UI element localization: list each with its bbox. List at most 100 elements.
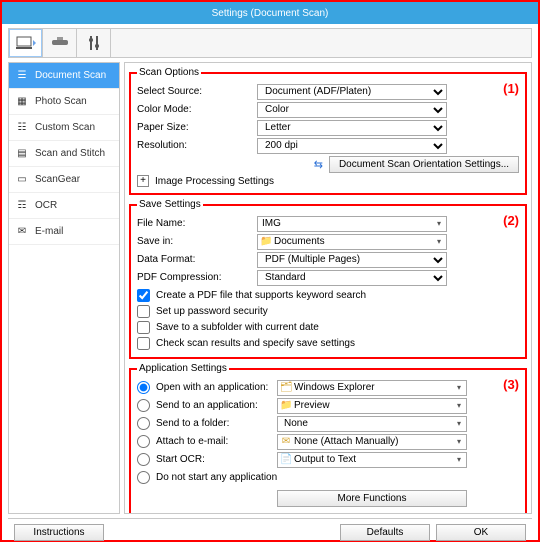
swap-arrows-icon[interactable]: ⇆: [314, 158, 323, 171]
no-app-radio[interactable]: [137, 471, 150, 484]
select-source-dropdown[interactable]: Document (ADF/Platen): [257, 84, 447, 100]
color-mode-dropdown[interactable]: Color: [257, 102, 447, 118]
select-source-label: Select Source:: [137, 86, 257, 97]
start-ocr-radio[interactable]: [137, 453, 150, 466]
scan-options-group: Scan Options (1) Select Source: Document…: [129, 67, 527, 195]
paper-size-label: Paper Size:: [137, 122, 257, 133]
chevron-down-icon: ▾: [452, 455, 466, 464]
send-app-label: Send to an application:: [156, 400, 258, 411]
sidebar-item-custom-scan[interactable]: ☷ Custom Scan: [9, 115, 119, 141]
scan-options-legend: Scan Options: [137, 67, 201, 78]
more-functions-button[interactable]: More Functions: [277, 490, 467, 507]
paper-size-dropdown[interactable]: Letter: [257, 120, 447, 136]
send-folder-radio[interactable]: [137, 417, 150, 430]
document-icon: ☰: [15, 70, 29, 81]
keyword-search-label: Create a PDF file that supports keyword …: [156, 290, 366, 301]
chevron-down-icon: ▾: [452, 401, 466, 410]
chevron-down-icon: ▾: [452, 437, 466, 446]
check-results-label: Check scan results and specify save sett…: [156, 338, 355, 349]
stitch-icon: ▤: [15, 148, 29, 159]
send-folder-label: Send to a folder:: [156, 418, 229, 429]
resolution-dropdown[interactable]: 200 dpi: [257, 138, 447, 154]
sidebar-item-label: E-mail: [35, 226, 63, 237]
scanner-icon: ▭: [15, 174, 29, 185]
top-toolbar: [8, 28, 532, 58]
color-mode-label: Color Mode:: [137, 104, 257, 115]
pdf-compression-label: PDF Compression:: [137, 272, 257, 283]
chevron-down-icon: ▾: [432, 219, 446, 228]
mail-icon: ✉: [280, 436, 292, 447]
sidebar-item-document-scan[interactable]: ☰ Document Scan: [9, 63, 119, 89]
text-icon: 📄: [280, 454, 292, 465]
attach-email-radio[interactable]: [137, 435, 150, 448]
defaults-button[interactable]: Defaults: [340, 524, 430, 541]
expand-image-processing[interactable]: +: [137, 175, 149, 187]
sidebar-item-photo-scan[interactable]: ▦ Photo Scan: [9, 89, 119, 115]
resolution-label: Resolution:: [137, 140, 257, 151]
toolbar-scan-from-computer-icon[interactable]: [9, 29, 43, 57]
keyword-search-checkbox[interactable]: [137, 289, 150, 302]
sidebar-item-label: Custom Scan: [35, 122, 95, 133]
application-settings-group: Application Settings (3) Open with an ap…: [129, 363, 527, 514]
folder-icon: 📁: [260, 236, 272, 247]
email-icon: ✉: [15, 226, 29, 237]
toolbar-preferences-icon[interactable]: [77, 29, 111, 57]
sidebar-item-label: Document Scan: [35, 70, 106, 81]
no-app-label: Do not start any application: [156, 472, 277, 483]
save-settings-group: Save Settings (2) File Name: IMG ▾ Save …: [129, 199, 527, 359]
attach-email-combo[interactable]: ✉ None (Attach Manually) ▾: [277, 434, 467, 450]
photo-icon: ▦: [15, 96, 29, 107]
open-app-combo[interactable]: 🗂 Windows Explorer ▾: [277, 380, 467, 396]
annotation-1: (1): [503, 81, 519, 96]
subfolder-date-label: Save to a subfolder with current date: [156, 322, 319, 333]
sidebar-item-ocr[interactable]: ☶ OCR: [9, 193, 119, 219]
toolbar-scanner-icon[interactable]: [43, 29, 77, 57]
password-security-label: Set up password security: [156, 306, 268, 317]
sidebar-item-label: Photo Scan: [35, 96, 87, 107]
main-panel: Scan Options (1) Select Source: Document…: [124, 62, 532, 514]
save-in-label: Save in:: [137, 236, 257, 247]
start-ocr-label: Start OCR:: [156, 454, 205, 465]
instructions-button[interactable]: Instructions: [14, 524, 104, 541]
sidebar-item-scangear[interactable]: ▭ ScanGear: [9, 167, 119, 193]
settings-window: Settings (Document Scan) ☰ Document Scan…: [0, 0, 540, 542]
image-processing-label: Image Processing Settings: [155, 176, 274, 187]
sidebar-item-email[interactable]: ✉ E-mail: [9, 219, 119, 245]
attach-email-label: Attach to e-mail:: [156, 436, 228, 447]
sidebar: ☰ Document Scan ▦ Photo Scan ☷ Custom Sc…: [8, 62, 120, 514]
check-results-checkbox[interactable]: [137, 337, 150, 350]
open-app-radio[interactable]: [137, 381, 150, 394]
window-title: Settings (Document Scan): [212, 8, 329, 19]
sidebar-item-scan-stitch[interactable]: ▤ Scan and Stitch: [9, 141, 119, 167]
file-name-label: File Name:: [137, 218, 257, 229]
sidebar-item-label: Scan and Stitch: [35, 148, 105, 159]
application-settings-legend: Application Settings: [137, 363, 229, 374]
send-app-radio[interactable]: [137, 399, 150, 412]
orientation-settings-button[interactable]: Document Scan Orientation Settings...: [329, 156, 519, 173]
save-settings-legend: Save Settings: [137, 199, 203, 210]
open-app-label: Open with an application:: [156, 382, 268, 393]
send-app-combo[interactable]: 📁 Preview ▾: [277, 398, 467, 414]
preview-icon: 📁: [280, 400, 292, 411]
titlebar: Settings (Document Scan): [2, 2, 538, 24]
annotation-2: (2): [503, 213, 519, 228]
sidebar-item-label: ScanGear: [35, 174, 80, 185]
pdf-compression-dropdown[interactable]: Standard: [257, 270, 447, 286]
file-name-combo[interactable]: IMG ▾: [257, 216, 447, 232]
chevron-down-icon: ▾: [452, 419, 466, 428]
send-folder-combo[interactable]: None ▾: [277, 416, 467, 432]
custom-icon: ☷: [15, 122, 29, 133]
explorer-icon: 🗂: [280, 382, 292, 393]
subfolder-date-checkbox[interactable]: [137, 321, 150, 334]
password-security-checkbox[interactable]: [137, 305, 150, 318]
sidebar-item-label: OCR: [35, 200, 57, 211]
chevron-down-icon: ▾: [452, 383, 466, 392]
start-ocr-combo[interactable]: 📄 Output to Text ▾: [277, 452, 467, 468]
chevron-down-icon: ▾: [432, 237, 446, 246]
data-format-label: Data Format:: [137, 254, 257, 265]
data-format-dropdown[interactable]: PDF (Multiple Pages): [257, 252, 447, 268]
annotation-3: (3): [503, 377, 519, 392]
ok-button[interactable]: OK: [436, 524, 526, 541]
save-in-combo[interactable]: 📁 Documents ▾: [257, 234, 447, 250]
ocr-icon: ☶: [15, 200, 29, 211]
